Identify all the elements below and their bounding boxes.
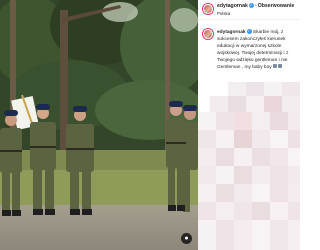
post-side-panel: edytagornak ✓ •Obserwowanie Polska edytago… [198, 0, 300, 250]
author-line: edytagornak ✓ •Obserwowanie [217, 3, 294, 9]
post-header: edytagornak ✓ •Obserwowanie Polska [198, 0, 300, 20]
author-avatar[interactable] [203, 4, 213, 14]
caption-username[interactable]: edytagornak [217, 30, 246, 35]
emoji-icon [277, 64, 282, 68]
follow-button[interactable]: Obserwowanie [258, 3, 295, 9]
emoji-icon [272, 64, 277, 68]
post-location[interactable]: Polska [217, 11, 230, 16]
tag-people-icon[interactable]: ● [181, 233, 192, 244]
caption-avatar[interactable] [203, 29, 213, 39]
military-ceremony-image [0, 0, 198, 250]
blurred-comments-area [198, 82, 300, 250]
author-username[interactable]: edytagornak [217, 3, 248, 9]
post-photo[interactable]: ● [0, 0, 198, 250]
caption-verified-badge-icon: ✓ [246, 29, 252, 34]
verified-badge-icon: ✓ [248, 3, 254, 8]
separator-dot: • [254, 3, 257, 9]
caption-text: edytagornak ✓ Skarbie mój, z sukcesem zak… [217, 29, 299, 71]
